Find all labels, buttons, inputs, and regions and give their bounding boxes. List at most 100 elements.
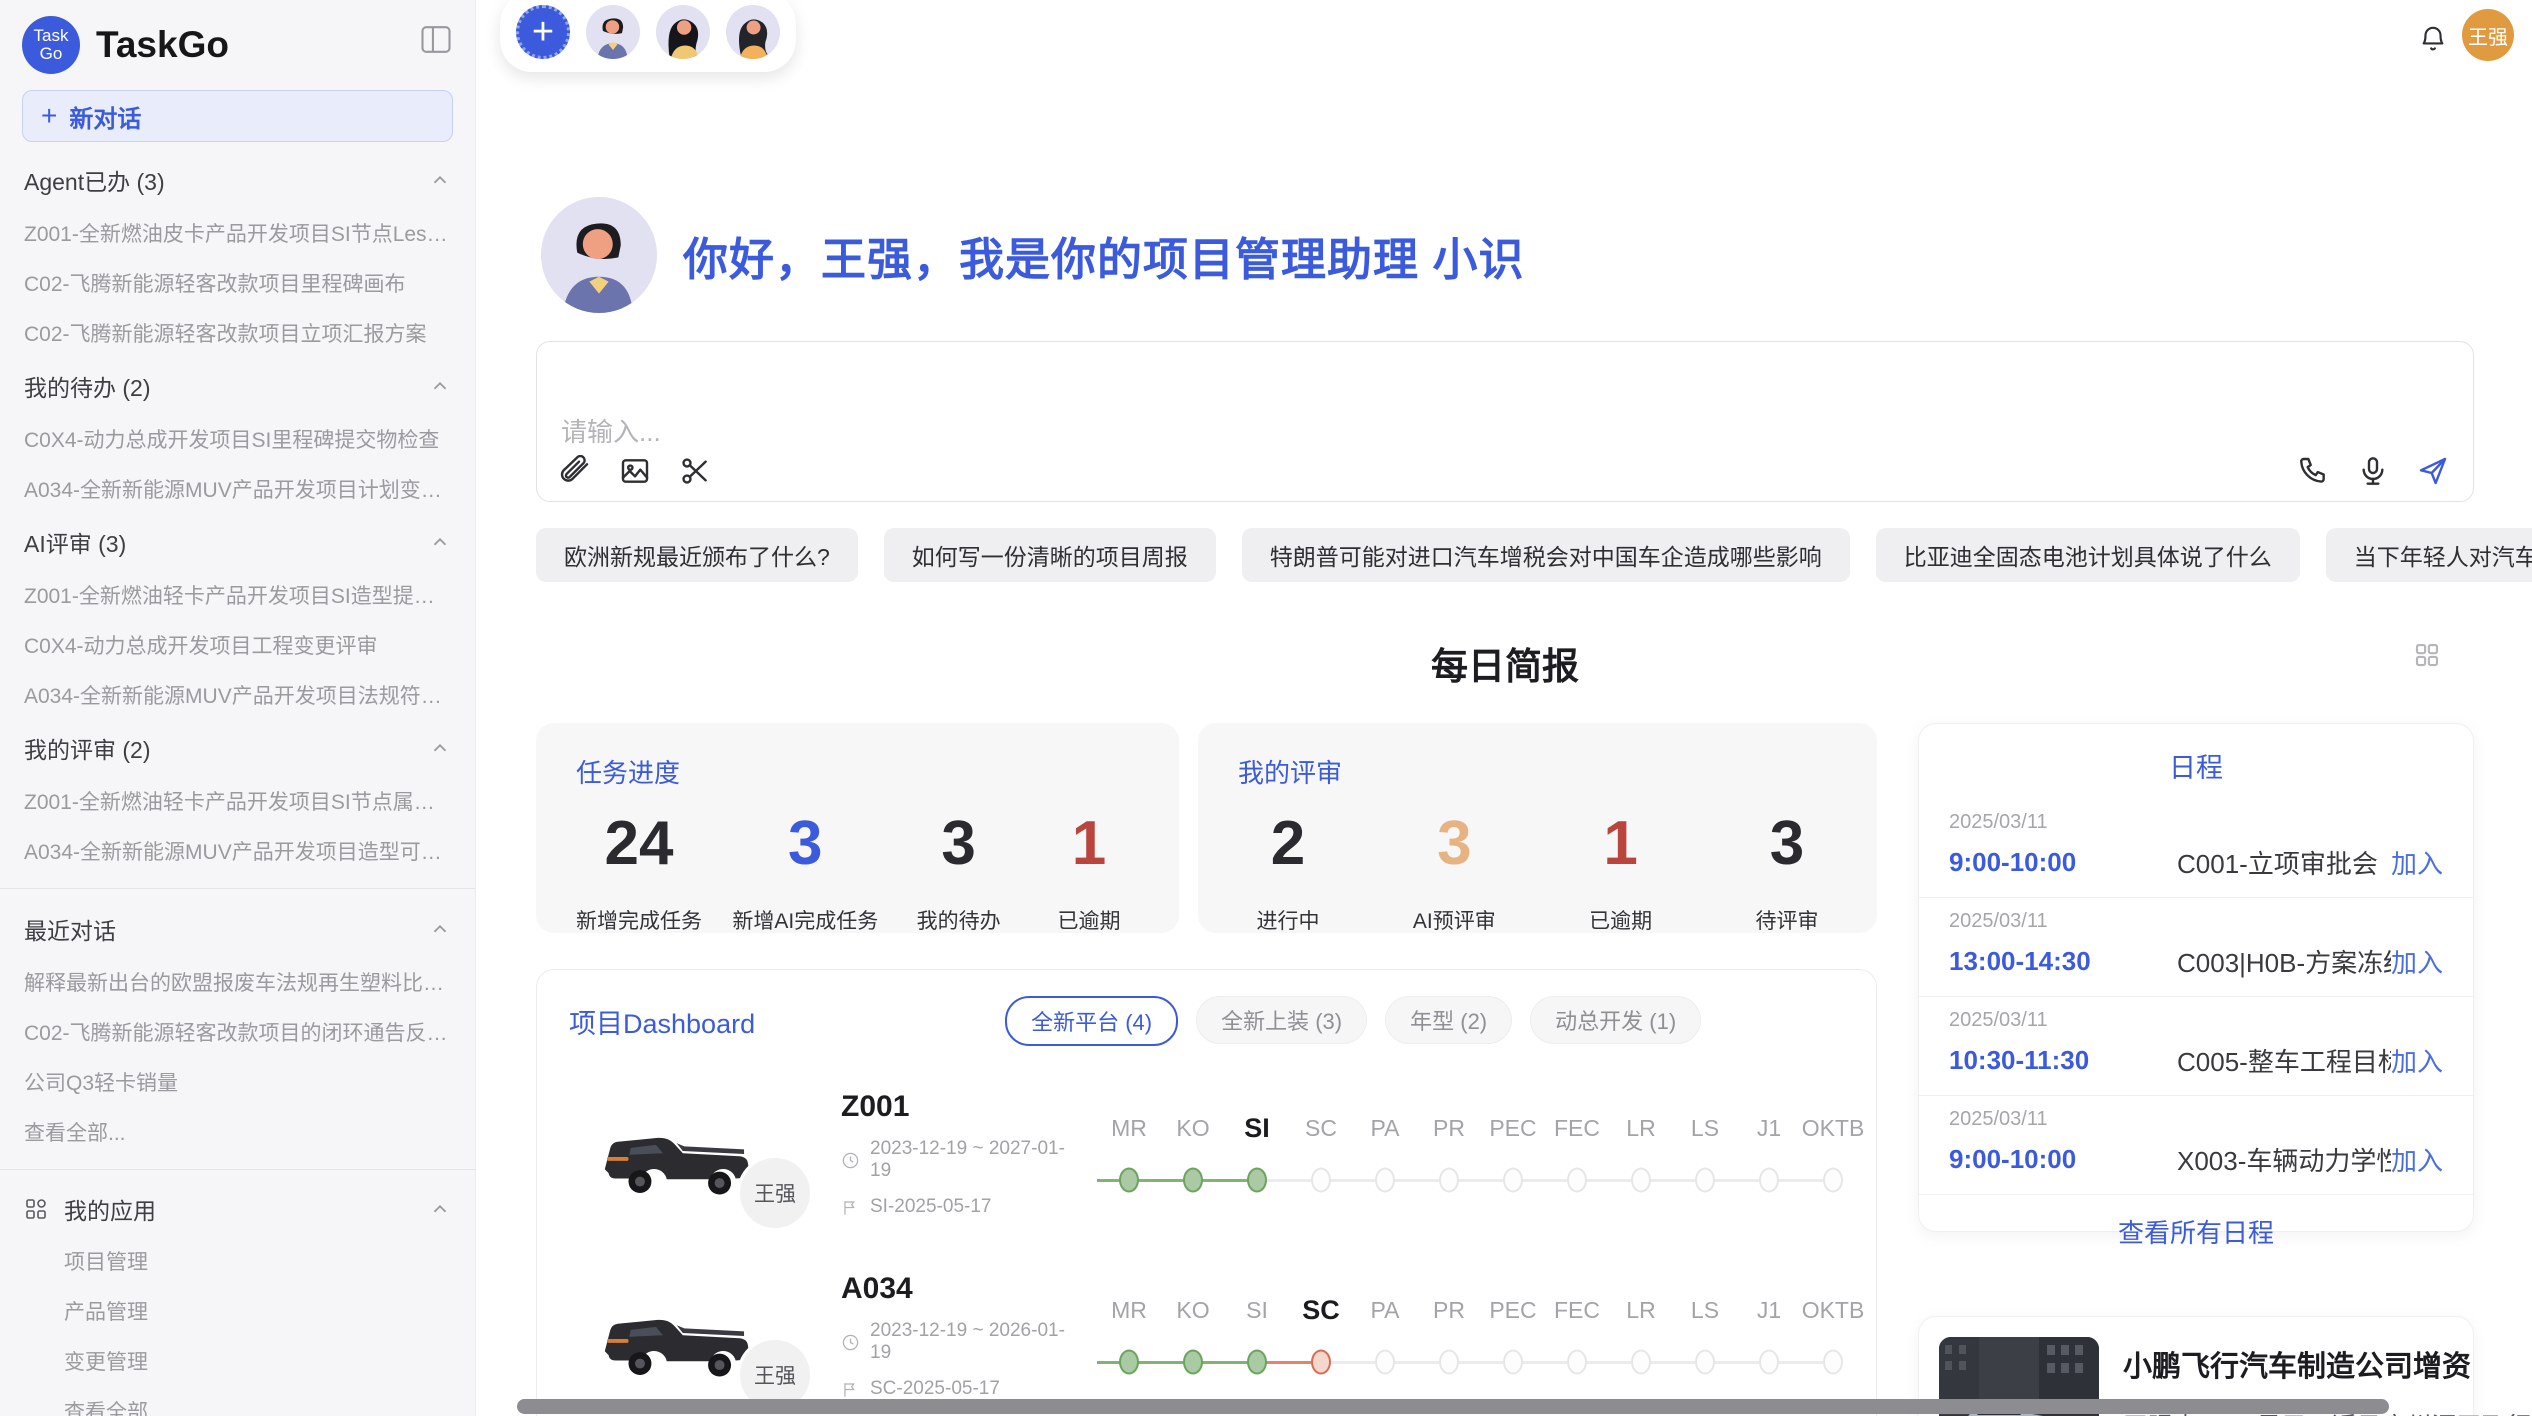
join-button[interactable]: 加入 [2391, 943, 2443, 980]
microphone-icon[interactable] [2357, 455, 2389, 487]
sidebar-task-item[interactable]: C02-飞腾新能源轻客改款项目里程碑画布 [0, 258, 475, 308]
sidebar-task-item[interactable]: A034-全新新能源MUV产品开发项目计划变更表编写 [0, 464, 475, 514]
send-icon[interactable] [2417, 455, 2449, 487]
suggestion-chip[interactable]: 欧洲新规最近颁布了什么? [536, 528, 858, 582]
milestone-node-ls [1673, 1165, 1737, 1195]
sidebar-task-item[interactable]: A034-全新新能源MUV产品开发项目造型可行性评审 [0, 826, 475, 876]
milestone-label-oktb: OKTB [1801, 1295, 1865, 1325]
sidebar-task-item[interactable]: Z001-全新燃油轻卡产品开发项目SI造型提交物评审 [0, 570, 475, 620]
stat: 1已逾期 [1039, 808, 1139, 935]
milestone-label-ls: LS [1673, 1295, 1737, 1325]
app-sub-item[interactable]: 产品管理 [0, 1286, 475, 1336]
milestone-dot [1567, 1168, 1587, 1193]
apps-view-all[interactable]: 查看全部... [0, 1386, 475, 1416]
milestone-node-fec [1545, 1347, 1609, 1377]
suggestion-chip[interactable]: 当下年轻人对汽车外观有怎样的喜好趋势 [2326, 528, 2532, 582]
dashboard-tab[interactable]: 动总开发 (1) [1530, 996, 1701, 1044]
recent-chat-item[interactable]: 解释最新出台的欧盟报废车法规再生塑料比例被调至15%... [0, 957, 475, 1007]
attachment-icon[interactable] [559, 455, 591, 487]
sidebar-task-item[interactable]: C0X4-动力总成开发项目工程变更评审 [0, 620, 475, 670]
app-sub-item[interactable]: 项目管理 [0, 1236, 475, 1286]
notification-bell-icon[interactable] [2418, 24, 2448, 54]
add-session-button[interactable]: + [516, 5, 570, 59]
event-name: X003-车辆动力学性能验... [2177, 1141, 2391, 1178]
recent-chat-item[interactable]: 公司Q3轻卡销量 [0, 1057, 475, 1107]
my-review-title: 我的评审 [1238, 753, 1837, 790]
sidebar-section-title: 我的评审 (2) [24, 731, 151, 765]
dashboard-tab[interactable]: 全新上装 (3) [1196, 996, 1367, 1044]
join-button[interactable]: 加入 [2391, 1141, 2443, 1178]
session-avatar-2[interactable] [656, 5, 710, 59]
recent-chat-item[interactable]: C02-飞腾新能源轻客改款项目的闭环通告反馈情况 [0, 1007, 475, 1057]
my-apps-list: 项目管理产品管理变更管理 [0, 1236, 475, 1386]
recent-view-all[interactable]: 查看全部... [0, 1107, 475, 1157]
schedule-events: 2025/03/11 9:00-10:00 C001-立项审批会 加入 2025… [1919, 799, 2473, 1195]
milestone-track: MRKOSISCPAPRPECFECLRLSJ1OKTB [1097, 1295, 1865, 1377]
sidebar-section-header[interactable]: Agent已办 (3) [0, 152, 475, 208]
image-upload-icon[interactable] [619, 455, 651, 487]
collapse-sidebar-icon[interactable] [421, 26, 451, 53]
stat: 3我的待办 [909, 808, 1009, 935]
milestone-node-si [1225, 1165, 1289, 1195]
stat-label: 新增完成任务 [576, 905, 702, 935]
project-vehicle-image: 王强 [591, 1095, 767, 1213]
join-button[interactable]: 加入 [2391, 844, 2443, 881]
dashboard-tab[interactable]: 年型 (2) [1385, 996, 1512, 1044]
project-flag-row: SI-2025-05-17 [841, 1196, 1079, 1218]
app-title: TaskGo [96, 24, 229, 66]
sidebar-task-sections: Agent已办 (3) Z001-全新燃油皮卡产品开发项目SI节点Lesson … [0, 152, 475, 876]
milestone-label-si: SI [1225, 1295, 1289, 1325]
sidebar-item-my-apps[interactable]: 我的应用 [0, 1182, 475, 1236]
chat-composer[interactable]: 请输入... [536, 341, 2474, 502]
milestone-label-ko: KO [1161, 1295, 1225, 1325]
milestone-node-pr [1417, 1165, 1481, 1195]
app-sub-item[interactable]: 变更管理 [0, 1336, 475, 1386]
sidebar-section-header[interactable]: 我的待办 (2) [0, 358, 475, 414]
sidebar-section: 我的评审 (2) Z001-全新燃油轻卡产品开发项目SI节点属性5D文件评审A0… [0, 720, 475, 876]
suggestion-chip[interactable]: 比亚迪全固态电池计划具体说了什么 [1876, 528, 2300, 582]
new-chat-button[interactable]: + 新对话 [22, 90, 453, 142]
project-owner-name: 王强 [754, 1178, 796, 1208]
event-row: 10:30-11:30 C005-整车工程目标评审 加入 [1949, 1042, 2443, 1079]
user-avatar[interactable]: 王强 [2462, 9, 2514, 61]
project-row[interactable]: 王强 A034 2023-12-19 ~ 2026-01-19 SC-2025-… [537, 1252, 1876, 1416]
recent-chats-header[interactable]: 最近对话 [0, 901, 475, 957]
milestone-dot [1695, 1350, 1715, 1375]
milestone-node-oktb [1801, 1165, 1865, 1195]
project-info: A034 2023-12-19 ~ 2026-01-19 SC-2025-05-… [841, 1272, 1079, 1400]
dashboard-tabs: 全新平台 (4) 全新上装 (3) 年型 (2) 动总开发 (1) [1005, 996, 1701, 1046]
sidebar-task-item[interactable]: A034-全新新能源MUV产品开发项目法规符合性评审 [0, 670, 475, 720]
project-code: A034 [841, 1272, 1079, 1306]
sidebar-section: AI评审 (3) Z001-全新燃油轻卡产品开发项目SI造型提交物评审C0X4-… [0, 514, 475, 720]
sidebar-task-item[interactable]: Z001-全新燃油轻卡产品开发项目SI节点属性5D文件评审 [0, 776, 475, 826]
suggestion-chip[interactable]: 如何写一份清晰的项目周报 [884, 528, 1216, 582]
flag-icon [841, 1198, 860, 1217]
stat-label: 已逾期 [1039, 905, 1139, 935]
stat-value: 3 [1737, 808, 1837, 879]
milestone-node-lr [1609, 1347, 1673, 1377]
view-all-schedule-link[interactable]: 查看所有日程 [1919, 1195, 2473, 1268]
phone-icon[interactable] [2297, 455, 2329, 487]
sidebar-task-item[interactable]: C0X4-动力总成开发项目SI里程碑提交物检查 [0, 414, 475, 464]
project-row[interactable]: 王强 Z001 2023-12-19 ~ 2027-01-19 SI-2025-… [537, 1070, 1876, 1238]
milestone-node-j1 [1737, 1165, 1801, 1195]
sidebar-section-header[interactable]: AI评审 (3) [0, 514, 475, 570]
horizontal-scrollbar[interactable] [517, 1399, 2389, 1414]
schedule-card: 日程 2025/03/11 9:00-10:00 C001-立项审批会 加入 2… [1918, 723, 2474, 1232]
sidebar-task-item[interactable]: C02-飞腾新能源轻客改款项目立项汇报方案 [0, 308, 475, 358]
scissors-icon[interactable] [679, 455, 711, 487]
session-avatar-3[interactable] [726, 5, 780, 59]
milestone-node-mr [1097, 1347, 1161, 1377]
milestone-node-pec [1481, 1165, 1545, 1195]
dashboard-tab[interactable]: 全新平台 (4) [1005, 996, 1178, 1046]
sidebar-header: Task Go TaskGo [0, 0, 475, 84]
join-button[interactable]: 加入 [2391, 1042, 2443, 1079]
event-name: C001-立项审批会 [2177, 844, 2391, 881]
suggestion-chip[interactable]: 特朗普可能对进口汽车增税会对中国车企造成哪些影响 [1242, 528, 1850, 582]
session-avatar-1[interactable] [586, 5, 640, 59]
project-dashboard-card: 项目Dashboard 全新平台 (4)全新上装 (3)年型 (2)动总开发 (… [536, 969, 1877, 1416]
layout-grid-icon[interactable] [2412, 640, 2442, 670]
sidebar-section-header[interactable]: 我的评审 (2) [0, 720, 475, 776]
stat: 1已逾期 [1571, 808, 1671, 935]
sidebar-task-item[interactable]: Z001-全新燃油皮卡产品开发项目SI节点Lesson Learn报告 [0, 208, 475, 258]
